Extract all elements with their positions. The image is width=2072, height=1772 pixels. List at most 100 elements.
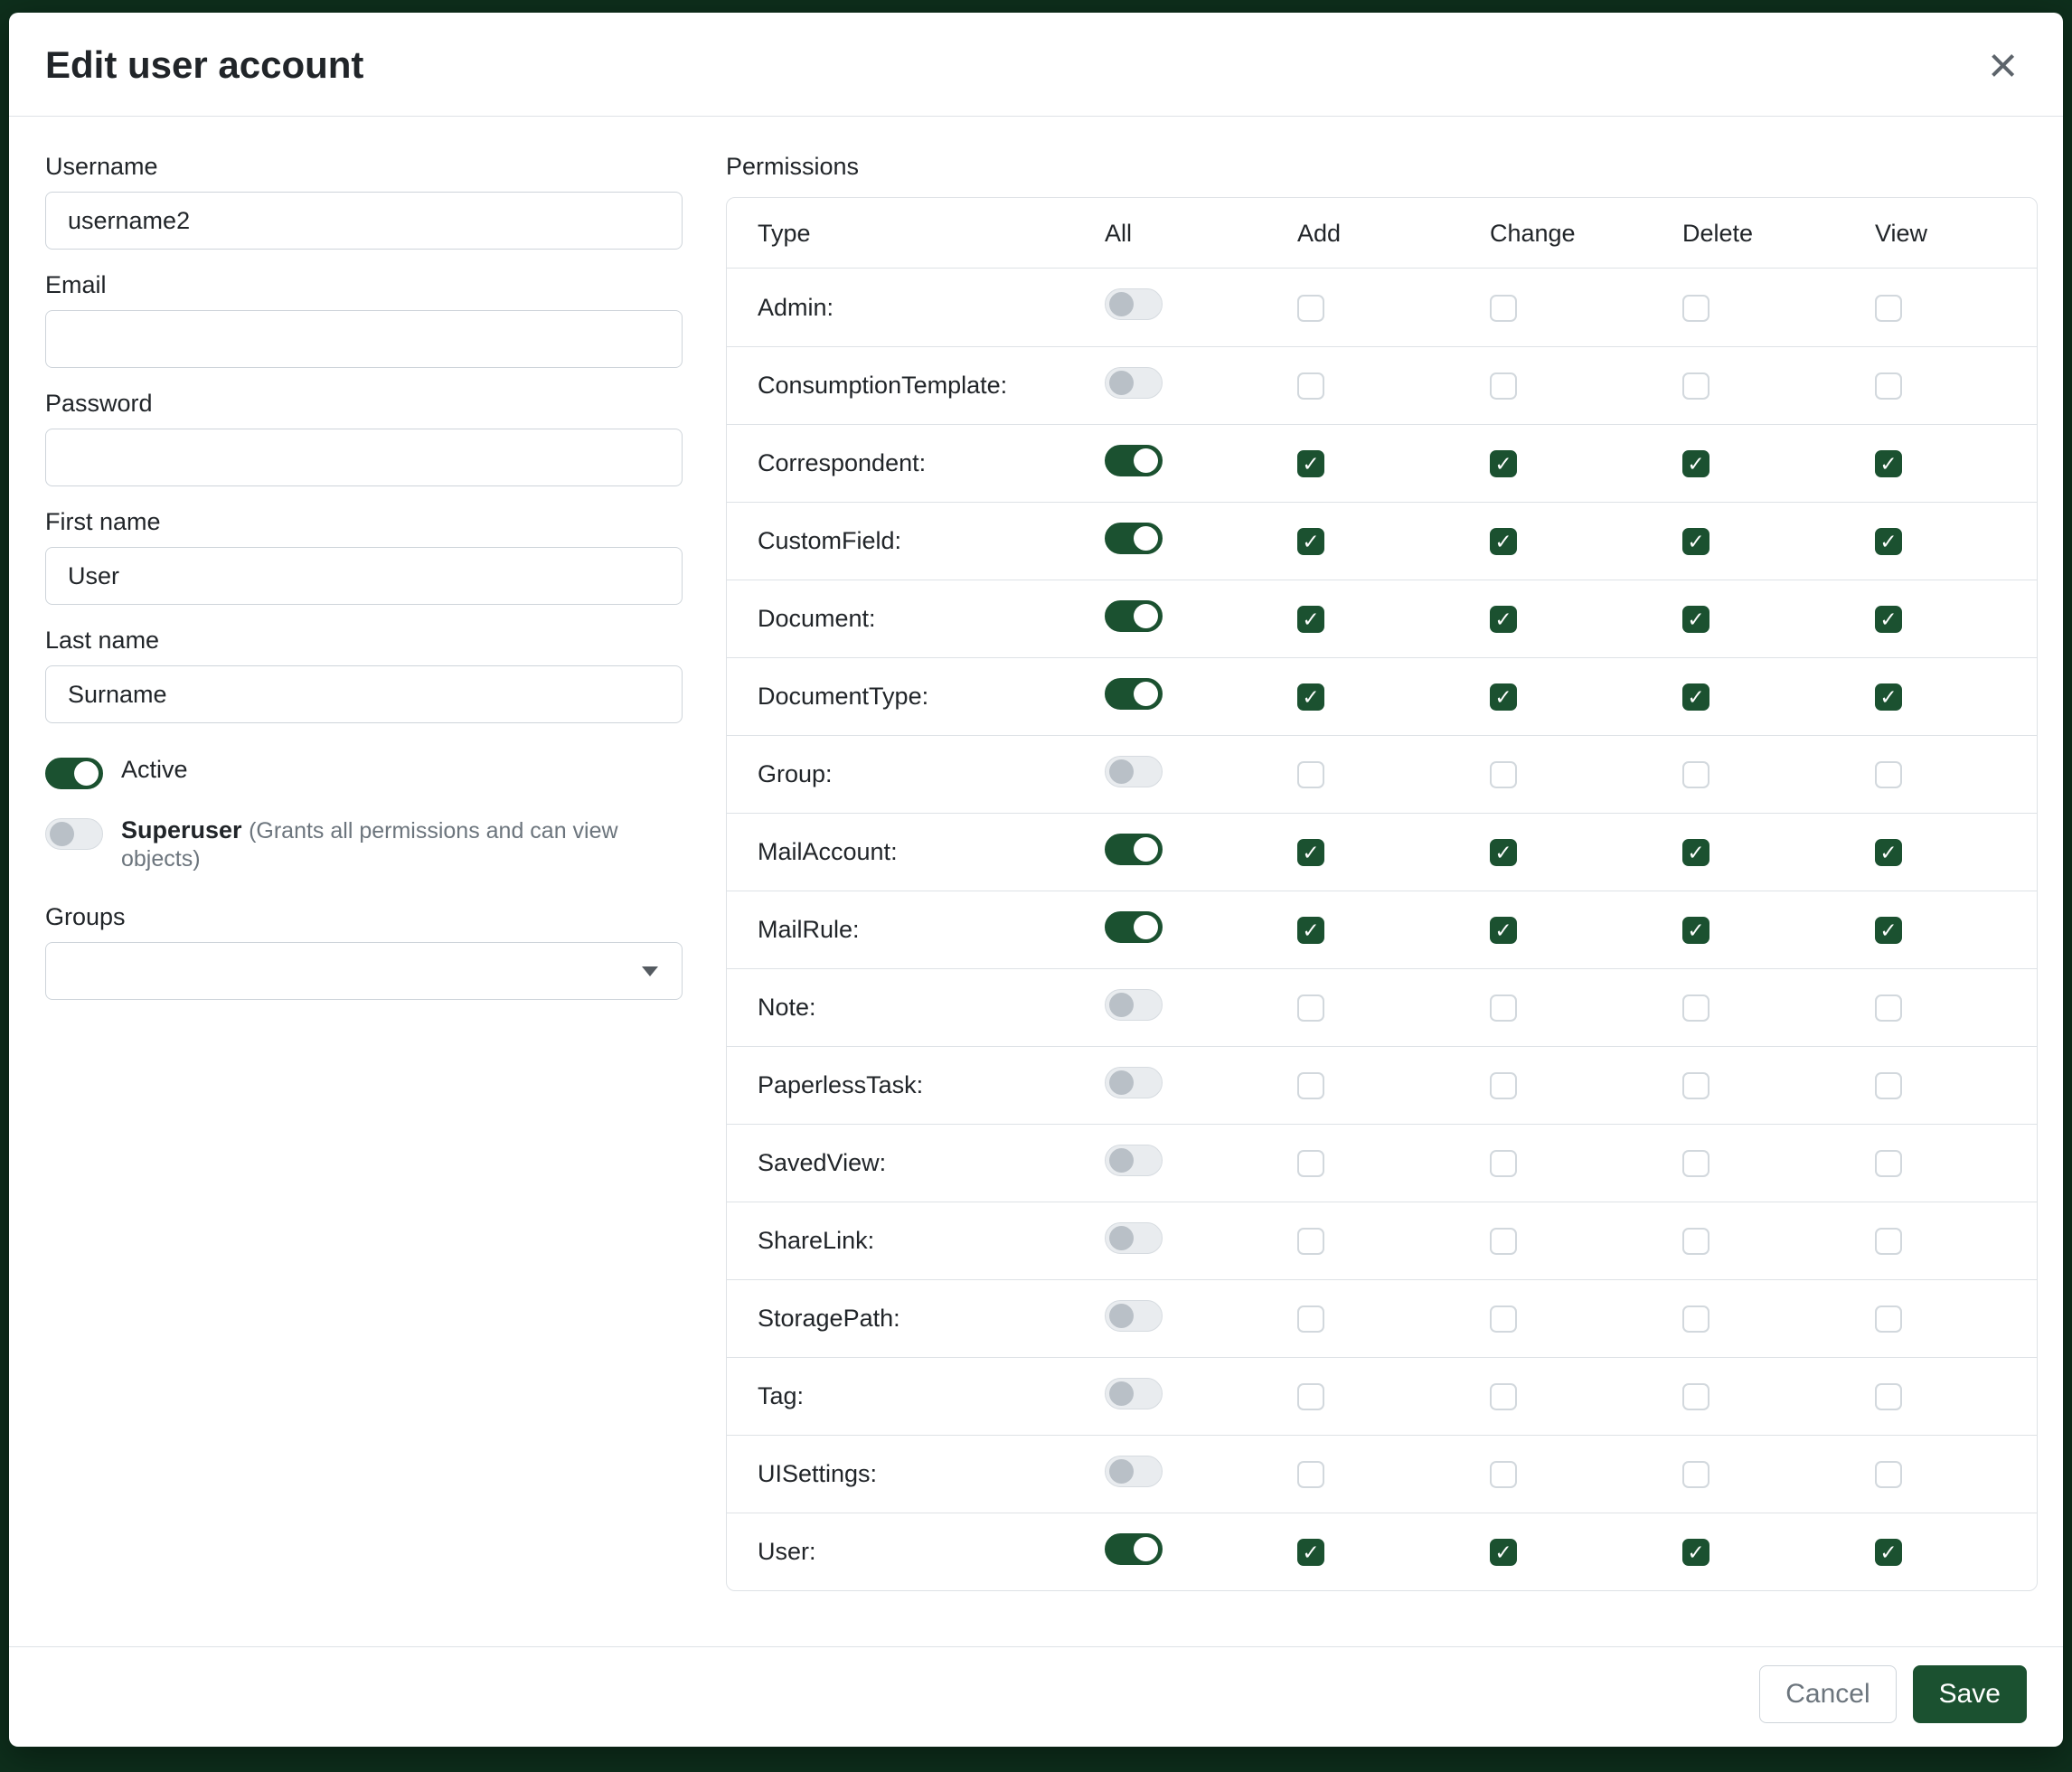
permission-group-view-checkbox[interactable] [1875, 761, 1902, 788]
permission-consumptiontemplate-change-checkbox[interactable] [1490, 372, 1517, 400]
permission-admin-all-toggle[interactable] [1105, 288, 1163, 320]
first-name-input[interactable] [45, 547, 683, 605]
permission-note-add-checkbox[interactable] [1297, 994, 1324, 1022]
permission-documenttype-add-checkbox[interactable] [1297, 683, 1324, 711]
permission-uisettings-delete-checkbox[interactable] [1682, 1461, 1709, 1488]
permission-savedview-change-checkbox[interactable] [1490, 1150, 1517, 1177]
permission-admin-add-checkbox[interactable] [1297, 295, 1324, 322]
permission-storagepath-delete-checkbox[interactable] [1682, 1305, 1709, 1333]
permission-mailaccount-delete-checkbox[interactable] [1682, 839, 1709, 866]
permission-correspondent-all-toggle[interactable] [1105, 445, 1163, 476]
permission-tag-view-checkbox[interactable] [1875, 1383, 1902, 1410]
superuser-toggle[interactable] [45, 818, 103, 850]
permission-customfield-add-checkbox[interactable] [1297, 528, 1324, 555]
permission-consumptiontemplate-view-checkbox[interactable] [1875, 372, 1902, 400]
permission-uisettings-all-toggle[interactable] [1105, 1456, 1163, 1487]
permission-sharelink-change-checkbox[interactable] [1490, 1228, 1517, 1255]
username-input[interactable] [45, 192, 683, 250]
permission-correspondent-add-checkbox[interactable] [1297, 450, 1324, 477]
permission-storagepath-add-checkbox[interactable] [1297, 1305, 1324, 1333]
close-icon[interactable]: × [1983, 40, 2023, 90]
permission-storagepath-change-checkbox[interactable] [1490, 1305, 1517, 1333]
permission-group-change-checkbox[interactable] [1490, 761, 1517, 788]
permission-savedview-add-checkbox[interactable] [1297, 1150, 1324, 1177]
permission-mailaccount-all-toggle[interactable] [1105, 834, 1163, 865]
last-name-input[interactable] [45, 665, 683, 723]
permission-note-change-checkbox[interactable] [1490, 994, 1517, 1022]
permission-document-all-toggle[interactable] [1105, 600, 1163, 632]
permission-paperlesstask-all-toggle[interactable] [1105, 1067, 1163, 1098]
email-input[interactable] [45, 310, 683, 368]
permission-paperlesstask-delete-checkbox[interactable] [1682, 1072, 1709, 1099]
permission-correspondent-change-checkbox[interactable] [1490, 450, 1517, 477]
permission-uisettings-change-checkbox[interactable] [1490, 1461, 1517, 1488]
permission-storagepath-all-toggle[interactable] [1105, 1300, 1163, 1332]
permission-documenttype-delete-checkbox[interactable] [1682, 683, 1709, 711]
permission-paperlesstask-view-checkbox[interactable] [1875, 1072, 1902, 1099]
permission-customfield-change-checkbox[interactable] [1490, 528, 1517, 555]
cancel-button[interactable]: Cancel [1759, 1665, 1896, 1723]
permission-document-view-checkbox[interactable] [1875, 606, 1902, 633]
permission-admin-view-checkbox[interactable] [1875, 295, 1902, 322]
permission-savedview-delete-checkbox[interactable] [1682, 1150, 1709, 1177]
permission-admin-change-checkbox[interactable] [1490, 295, 1517, 322]
permission-sharelink-add-checkbox[interactable] [1297, 1228, 1324, 1255]
permission-consumptiontemplate-add-checkbox[interactable] [1297, 372, 1324, 400]
permission-mailrule-delete-checkbox[interactable] [1682, 917, 1709, 944]
permission-group-add-checkbox[interactable] [1297, 761, 1324, 788]
permission-document-delete-checkbox[interactable] [1682, 606, 1709, 633]
permission-tag-delete-checkbox[interactable] [1682, 1383, 1709, 1410]
permission-correspondent-view-checkbox[interactable] [1875, 450, 1902, 477]
permission-mailrule-change-checkbox[interactable] [1490, 917, 1517, 944]
permission-paperlesstask-add-checkbox[interactable] [1297, 1072, 1324, 1099]
permission-tag-all-toggle[interactable] [1105, 1378, 1163, 1409]
permission-user-change-checkbox[interactable] [1490, 1539, 1517, 1566]
permission-user-add-checkbox[interactable] [1297, 1539, 1324, 1566]
permission-tag-change-checkbox[interactable] [1490, 1383, 1517, 1410]
permission-document-change-checkbox[interactable] [1490, 606, 1517, 633]
permission-mailaccount-change-checkbox[interactable] [1490, 839, 1517, 866]
permission-type-label: Document: [758, 605, 876, 632]
active-toggle-row: Active [45, 756, 683, 789]
permission-savedview-view-checkbox[interactable] [1875, 1150, 1902, 1177]
permission-documenttype-all-toggle[interactable] [1105, 678, 1163, 710]
permission-documenttype-change-checkbox[interactable] [1490, 683, 1517, 711]
permission-mailaccount-view-checkbox[interactable] [1875, 839, 1902, 866]
permission-note-all-toggle[interactable] [1105, 989, 1163, 1021]
save-button[interactable]: Save [1913, 1665, 2027, 1723]
permission-savedview-all-toggle[interactable] [1105, 1145, 1163, 1176]
permission-note-view-checkbox[interactable] [1875, 994, 1902, 1022]
permission-customfield-delete-checkbox[interactable] [1682, 528, 1709, 555]
permission-group-all-toggle[interactable] [1105, 756, 1163, 787]
permission-sharelink-delete-checkbox[interactable] [1682, 1228, 1709, 1255]
permission-customfield-all-toggle[interactable] [1105, 523, 1163, 554]
permission-group-delete-checkbox[interactable] [1682, 761, 1709, 788]
permission-user-delete-checkbox[interactable] [1682, 1539, 1709, 1566]
permission-mailaccount-add-checkbox[interactable] [1297, 839, 1324, 866]
permission-user-view-checkbox[interactable] [1875, 1539, 1902, 1566]
permission-mailrule-view-checkbox[interactable] [1875, 917, 1902, 944]
permission-paperlesstask-change-checkbox[interactable] [1490, 1072, 1517, 1099]
permission-uisettings-view-checkbox[interactable] [1875, 1461, 1902, 1488]
permission-mailrule-add-checkbox[interactable] [1297, 917, 1324, 944]
groups-select[interactable] [45, 942, 683, 1000]
permission-sharelink-all-toggle[interactable] [1105, 1222, 1163, 1254]
permission-uisettings-add-checkbox[interactable] [1297, 1461, 1324, 1488]
username-label: Username [45, 153, 683, 181]
permission-consumptiontemplate-delete-checkbox[interactable] [1682, 372, 1709, 400]
permission-customfield-view-checkbox[interactable] [1875, 528, 1902, 555]
permission-document-add-checkbox[interactable] [1297, 606, 1324, 633]
permission-storagepath-view-checkbox[interactable] [1875, 1305, 1902, 1333]
permission-note-delete-checkbox[interactable] [1682, 994, 1709, 1022]
permission-consumptiontemplate-all-toggle[interactable] [1105, 367, 1163, 399]
permission-correspondent-delete-checkbox[interactable] [1682, 450, 1709, 477]
permission-admin-delete-checkbox[interactable] [1682, 295, 1709, 322]
password-input[interactable] [45, 429, 683, 486]
permission-mailrule-all-toggle[interactable] [1105, 911, 1163, 943]
modal-title: Edit user account [45, 44, 363, 86]
permission-sharelink-view-checkbox[interactable] [1875, 1228, 1902, 1255]
active-toggle[interactable] [45, 758, 103, 789]
permission-documenttype-view-checkbox[interactable] [1875, 683, 1902, 711]
permission-user-all-toggle[interactable] [1105, 1533, 1163, 1565]
permission-tag-add-checkbox[interactable] [1297, 1383, 1324, 1410]
